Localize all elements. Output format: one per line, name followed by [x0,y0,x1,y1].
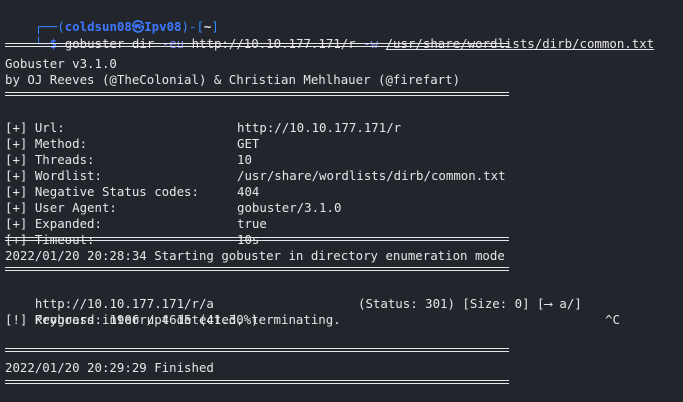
prompt-top-line: ┌──(coldsun08㉿Ipv08)-[~] [5,3,219,34]
config-row-url: [+] Url: http://10.10.177.171/r [5,104,605,135]
banner-authors: by OJ Reeves (@TheColonial) & Christian … [5,72,461,87]
terminal-window[interactable]: ┌──(coldsun08㉿Ipv08)-[~] └─$ gobuster di… [0,0,683,402]
config-row-timeout: [+] Timeout: 10s [5,216,605,247]
finished-message: 2022/01/20 20:29:29 Finished [5,360,214,375]
separator [5,348,509,352]
config-row-wordlist: [+] Wordlist:/usr/share/wordlists/dirb/c… [5,152,605,183]
banner-version: Gobuster v3.1.0 [5,56,117,71]
interrupt-message: [!] Keyboard interrupt detected, termina… [5,312,341,327]
separator [5,92,509,96]
start-message: 2022/01/20 20:28:34 Starting gobuster in… [5,248,505,263]
config-row-negative-status: [+] Negative Status codes: 404 [5,168,605,199]
ctrl-c-indicator: ^C [605,312,620,327]
config-row-expanded: [+] Expanded: true [5,200,605,231]
config-row-method: [+] Method: GET [5,120,605,151]
progress-row: Progress: 1906 / 4615 (41.30%) ^C [5,296,665,327]
separator [5,380,509,384]
config-row-user-agent: [+] User Agent: gobuster/3.1.0 [5,184,605,215]
result-row: http://10.10.177.171/r/a (Status: 301) [S… [5,280,665,311]
config-row-threads: [+] Threads: 10 [5,136,605,167]
separator [5,237,509,241]
separator [5,267,509,271]
separator [5,43,509,47]
command-line[interactable]: └─$ gobuster dir -eu http://10.10.177.17… [5,20,654,51]
